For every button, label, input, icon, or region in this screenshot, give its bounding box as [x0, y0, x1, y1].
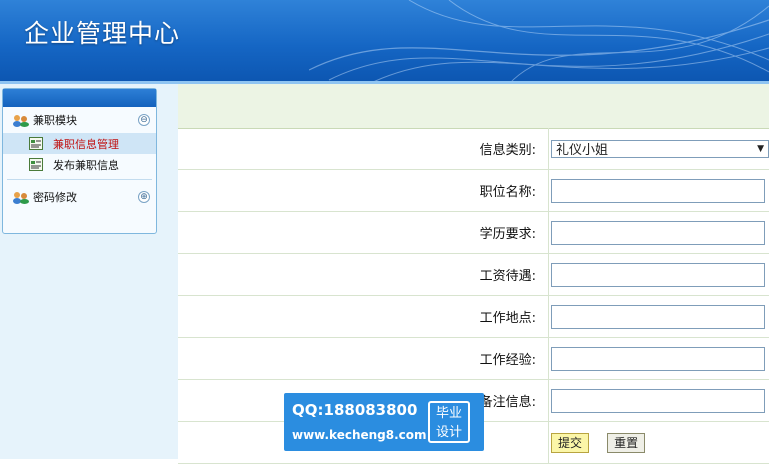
form-row: 职位名称: — [178, 169, 769, 212]
users-icon — [13, 191, 29, 204]
position-label: 职位名称: — [178, 169, 549, 212]
experience-input[interactable] — [551, 346, 765, 371]
content-top-band — [178, 84, 769, 129]
category-label: 信息类别: — [178, 128, 549, 170]
watermark-overlay: QQ:188083800 www.kecheng8.com 毕业 设计 — [284, 393, 484, 451]
app-title: 企业管理中心 — [24, 19, 181, 48]
watermark-qq: QQ:188083800 — [292, 401, 418, 419]
form-row: 工作经验: — [178, 337, 769, 380]
submenu-parttime: 兼职信息管理 发布兼职信息 — [3, 133, 156, 175]
education-label: 学历要求: — [178, 211, 549, 254]
header-decoration — [309, 0, 769, 84]
expand-icon[interactable]: ⊕ — [138, 191, 150, 203]
sidebar-item-parttime-publish[interactable]: 发布兼职信息 — [3, 154, 156, 175]
menu-divider — [7, 179, 152, 180]
form-row: 工资待遇: — [178, 253, 769, 296]
users-icon — [13, 114, 29, 127]
sidebar-item-label: 发布兼职信息 — [53, 158, 119, 172]
sidebar-panel-header — [3, 89, 156, 107]
form-row: 学历要求: — [178, 211, 769, 254]
sidebar: 兼职模块 ⊖ 兼职信息管理 发布兼职信息 密码修改 ⊕ — [0, 84, 163, 459]
app-header: 企业管理中心 — [0, 0, 769, 84]
position-input[interactable] — [551, 178, 765, 203]
reset-button[interactable]: 重置 — [607, 432, 646, 453]
collapse-icon[interactable]: ⊖ — [138, 114, 150, 126]
sidebar-panel: 兼职模块 ⊖ 兼职信息管理 发布兼职信息 密码修改 ⊕ — [2, 88, 157, 234]
watermark-site: www.kecheng8.com — [292, 428, 427, 442]
menu-section-label: 密码修改 — [33, 191, 77, 204]
document-icon — [29, 158, 43, 171]
menu-section-label: 兼职模块 — [33, 114, 77, 127]
education-input[interactable] — [551, 220, 765, 245]
watermark-badge-line2: 设计 — [435, 425, 462, 440]
salary-label: 工资待遇: — [178, 253, 549, 296]
watermark-badge: 毕业 设计 — [428, 401, 470, 443]
sidebar-item-label: 兼职信息管理 — [53, 137, 119, 151]
content-left-strip — [163, 84, 178, 459]
experience-label: 工作经验: — [178, 337, 549, 380]
form-row: 工作地点: — [178, 295, 769, 338]
location-label: 工作地点: — [178, 295, 549, 338]
dropdown-arrow-icon: ▼ — [757, 143, 764, 154]
category-select[interactable]: 礼仪小姐 ▼ — [551, 139, 769, 158]
menu-section-password[interactable]: 密码修改 ⊕ — [3, 184, 156, 210]
location-input[interactable] — [551, 304, 765, 329]
watermark-badge-line1: 毕业 — [435, 406, 462, 421]
salary-input[interactable] — [551, 262, 765, 287]
category-selected-value: 礼仪小姐 — [556, 143, 609, 158]
document-icon — [29, 137, 43, 150]
submit-button[interactable]: 提交 — [551, 432, 590, 453]
form-row: 信息类别: 礼仪小姐 ▼ — [178, 128, 769, 170]
remark-input[interactable] — [551, 388, 765, 413]
menu-section-parttime[interactable]: 兼职模块 ⊖ — [3, 107, 156, 133]
sidebar-item-parttime-manage[interactable]: 兼职信息管理 — [3, 133, 156, 154]
